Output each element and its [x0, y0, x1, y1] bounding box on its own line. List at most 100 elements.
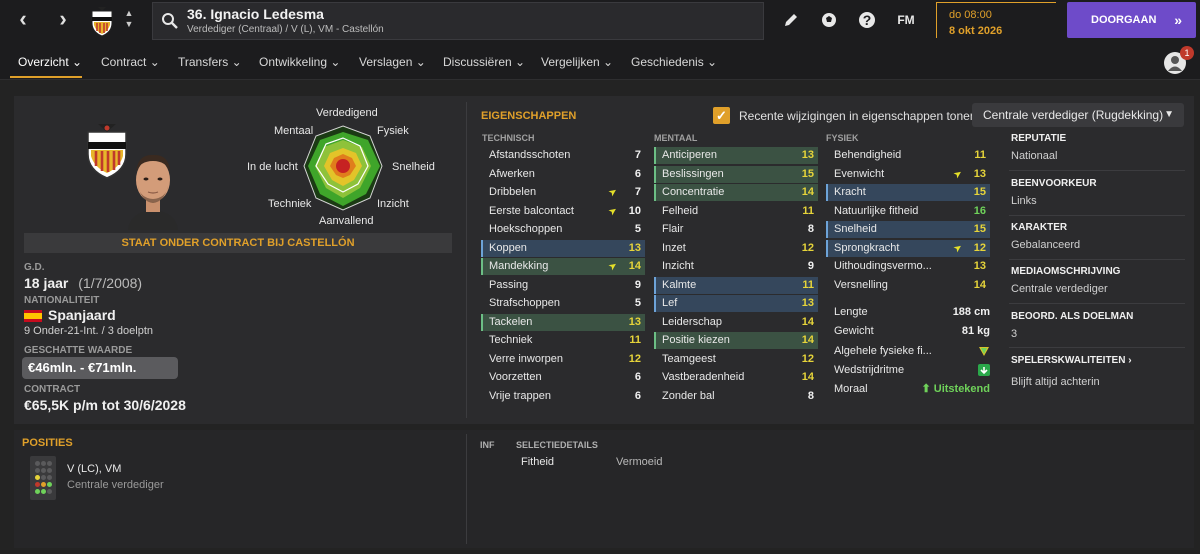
attribute-value: 15 — [973, 186, 986, 198]
contract-status-banner: STAAT ONDER CONTRACT BIJ CASTELLÓN — [24, 233, 452, 253]
attribute-name: Lef — [662, 297, 678, 309]
recent-changes-checkbox[interactable]: ✓ — [713, 107, 730, 124]
attribute-row[interactable]: Kracht 15 — [826, 184, 990, 201]
attribute-row[interactable]: Hoekschoppen 5 — [481, 221, 645, 238]
continue-button[interactable]: DOORGAAN » — [1067, 2, 1196, 38]
selection-details-header: SELECTIEDETAILS — [516, 440, 598, 450]
tab-label: Verslagen — [359, 55, 413, 69]
attribute-name: Techniek — [489, 334, 533, 346]
tab-overview[interactable]: Overzicht ⌄ — [18, 55, 82, 69]
tab-contract[interactable]: Contract ⌄ — [101, 55, 160, 69]
estimated-value[interactable]: €46mln. - €71mln. — [22, 357, 178, 379]
attribute-row[interactable]: Vrije trappen 6 — [481, 388, 645, 405]
tab-transfers[interactable]: Transfers ⌄ — [178, 55, 242, 69]
divider — [466, 434, 467, 544]
attribute-row[interactable]: Evenwicht ➤ 13 — [826, 166, 990, 183]
positions-title: POSITIES — [22, 437, 73, 449]
attribute-value: 6 — [634, 389, 641, 402]
back-arrow-icon[interactable]: ‹ — [10, 8, 36, 32]
morale-row[interactable]: Moraal ⬆ Uitstekend — [826, 380, 994, 398]
radar-label-mental: Mentaal — [274, 125, 314, 137]
attribute-row[interactable]: Voorzetten 6 — [481, 369, 645, 386]
attribute-row[interactable]: Zonder bal 8 — [654, 388, 818, 405]
tab-bar: Overzicht ⌄ Contract ⌄ Transfers ⌄ Ontwi… — [0, 44, 1200, 80]
attributes-title: EIGENSCHAPPEN — [481, 110, 577, 122]
attribute-row[interactable]: Leiderschap 14 — [654, 314, 818, 331]
double-chevron-right-icon: » — [1174, 12, 1182, 28]
attribute-row[interactable]: Natuurlijke fitheid 16 — [826, 203, 990, 220]
player-traits-link[interactable]: SPELERSKWALITEITEN › — [1011, 355, 1132, 366]
attribute-row[interactable]: Positie kiezen 14 — [654, 332, 818, 349]
nationality-value[interactable]: Spanjaard — [48, 307, 116, 323]
forward-arrow-icon[interactable]: › — [50, 8, 76, 32]
attribute-row[interactable]: Flair 8 — [654, 221, 818, 238]
chevron-down-icon: ▼ — [1164, 109, 1174, 120]
attribute-value: 8 — [807, 223, 814, 235]
radar-label-aerial: In de lucht — [247, 161, 298, 173]
attribute-row[interactable]: Verre inworpen 12 — [481, 351, 645, 368]
attribute-row[interactable]: Afstandsschoten 7 — [481, 147, 645, 164]
fitness-status-value: Vermoeid — [616, 456, 663, 468]
attribute-row[interactable]: Afwerken 6 — [481, 166, 645, 183]
game-time: do 08:00 — [949, 9, 992, 21]
attribute-row[interactable]: Anticiperen 13 — [654, 147, 818, 164]
attribute-row[interactable]: Inzicht 9 — [654, 258, 818, 275]
attribute-name: Tackelen — [489, 315, 533, 328]
help-label: ? — [862, 12, 872, 28]
contract-value[interactable]: €65,5K p/m tot 30/6/2028 — [24, 397, 186, 413]
tab-development[interactable]: Ontwikkeling ⌄ — [259, 55, 340, 69]
role-select[interactable]: Centrale verdediger (Rugdekking) ▼ — [972, 103, 1184, 127]
attribute-row[interactable]: Mandekking ➤ 14 — [481, 258, 645, 275]
attribute-row[interactable]: Concentratie 14 — [654, 184, 818, 201]
attribute-row[interactable]: Dribbelen ➤ 7 — [481, 184, 645, 201]
tab-reports[interactable]: Verslagen ⌄ — [359, 55, 426, 69]
search-icon[interactable] — [161, 12, 179, 30]
attribute-row[interactable]: Techniek 11 — [481, 332, 645, 349]
attribute-row[interactable]: Sprongkracht ➤ 12 — [826, 239, 990, 257]
attribute-row[interactable]: Vastberadenheid 14 — [654, 369, 818, 386]
tab-compare[interactable]: Vergelijken ⌄ — [541, 55, 613, 69]
attribute-value: 12 — [801, 241, 814, 254]
help-icon[interactable]: ? — [857, 10, 877, 30]
attribute-name: Vrije trappen — [489, 389, 551, 402]
fitness-heart-icon — [979, 347, 989, 356]
tab-history[interactable]: Geschiedenis ⌄ — [631, 55, 717, 69]
attribute-name: Positie kiezen — [662, 334, 730, 346]
attribute-value: 5 — [634, 223, 641, 235]
technical-header: TECHNISCH — [482, 133, 535, 143]
fm-menu-button[interactable]: FM — [894, 10, 918, 30]
attribute-row[interactable]: Beslissingen 15 — [654, 165, 818, 183]
attribute-name: Teamgeest — [662, 352, 716, 365]
club-switch-icon[interactable]: ▲ ▼ — [122, 8, 136, 30]
edit-pencil-icon[interactable] — [781, 10, 801, 30]
attribute-row[interactable]: Kalmte 11 — [654, 276, 818, 294]
attribute-row[interactable]: Uithoudingsvermo... 13 — [826, 258, 990, 275]
morale-label: Moraal — [834, 383, 868, 395]
spain-flag-icon[interactable] — [24, 310, 42, 322]
attribute-row[interactable]: Passing 9 — [481, 277, 645, 294]
club-crest-icon[interactable] — [88, 5, 116, 37]
match-fitness-row[interactable]: Wedstrijdritme — [826, 361, 994, 379]
attribute-name: Anticiperen — [662, 149, 718, 161]
player-search-box[interactable]: 36. Ignacio Ledesma Verdediger (Centraal… — [152, 2, 764, 40]
attribute-row[interactable]: Teamgeest 12 — [654, 351, 818, 368]
attribute-row[interactable]: Versnelling 14 — [826, 277, 990, 294]
overall-fitness-label: Algehele fysieke fi... — [834, 345, 932, 357]
football-icon[interactable] — [819, 10, 839, 30]
attribute-row[interactable]: Inzet 12 — [654, 240, 818, 257]
attribute-row[interactable]: Lef 13 — [654, 295, 818, 312]
tab-discuss[interactable]: Discussiëren ⌄ — [443, 55, 525, 69]
overall-fitness-row[interactable]: Algehele fysieke fi... — [826, 342, 994, 360]
attribute-row[interactable]: Strafschoppen 5 — [481, 295, 645, 312]
attribute-row[interactable]: Snelheid 15 — [826, 221, 990, 238]
position-pitch-icon[interactable] — [30, 456, 56, 500]
attribute-value: 13 — [973, 260, 986, 272]
attribute-row[interactable]: Felheid 11 — [654, 203, 818, 220]
attribute-value: 9 — [634, 278, 641, 291]
attribute-name: Verre inworpen — [489, 352, 563, 365]
attribute-row[interactable]: Eerste balcontact ➤ 10 — [481, 203, 645, 220]
attribute-name: Kracht — [834, 186, 866, 198]
attribute-row[interactable]: Tackelen 13 — [481, 313, 645, 331]
attribute-row[interactable]: Behendigheid 11 — [826, 147, 990, 164]
attribute-row[interactable]: Koppen 13 — [481, 239, 645, 257]
